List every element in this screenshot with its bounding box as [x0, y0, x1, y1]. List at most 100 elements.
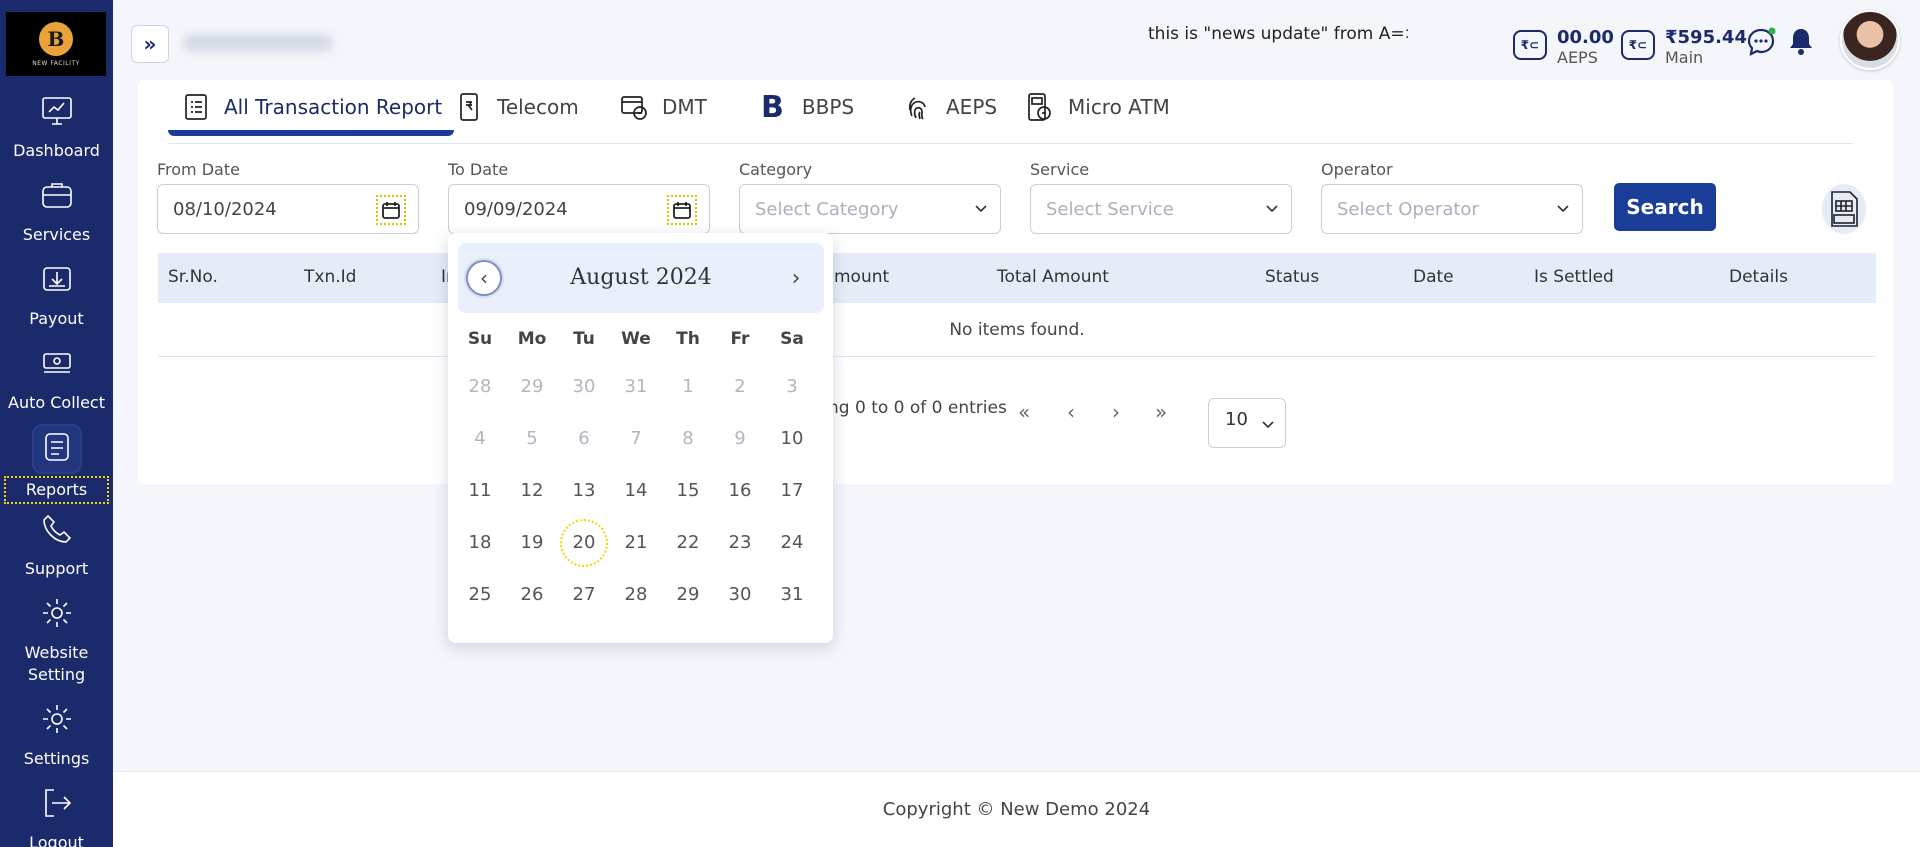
user-avatar[interactable] — [1840, 10, 1900, 70]
logo-text: NEW FACILITY — [32, 59, 80, 67]
month-year-title[interactable]: August 2024 — [458, 265, 824, 290]
gear-icon — [42, 705, 71, 733]
tab-dmt[interactable]: DMT — [620, 84, 707, 130]
report-tabs: All Transaction Report Telecom DMT B BBP… — [168, 80, 1853, 144]
first-page-button[interactable]: « — [1018, 400, 1030, 424]
tab-label: BBPS — [801, 95, 855, 119]
datepicker-popup: ‹ August 2024 › Su Mo Tu We Th Fr Sa 28 29 30 31 1 2… — [448, 233, 833, 643]
calendar-day[interactable]: 23 — [716, 519, 764, 567]
calendar-day: 28 — [468, 376, 492, 397]
calendar-button[interactable] — [376, 195, 406, 225]
service-placeholder: Select Service — [1046, 198, 1174, 220]
operator-label: Operator — [1321, 160, 1393, 179]
sidebar-item-support[interactable]: Support — [0, 512, 113, 580]
sidebar-item-payout[interactable]: Payout — [0, 262, 113, 330]
chevron-down-icon — [1557, 205, 1569, 213]
to-date-input[interactable]: 09/09/2024 — [448, 184, 710, 234]
tab-bbps[interactable]: B BBPS — [761, 84, 854, 130]
wallet-main[interactable]: ₹⊂ ₹595.44 Main — [1621, 28, 1747, 68]
calendar-day[interactable]: 28 — [612, 571, 660, 619]
page-footer: Copyright © New Demo 2024 — [113, 771, 1920, 847]
calendar-day[interactable]: 21 — [612, 519, 660, 567]
wallet-icon: ₹⊂ — [1513, 30, 1547, 60]
micro-atm-icon — [1028, 93, 1051, 121]
sidebar-item-dashboard[interactable]: Dashboard — [0, 94, 113, 162]
gear-icon — [42, 599, 71, 627]
sidebar-item-label: Settings — [23, 749, 90, 768]
calendar-day[interactable]: 29 — [664, 571, 712, 619]
calendar-day[interactable]: 24 — [768, 519, 816, 567]
wallet-label: Main — [1665, 48, 1704, 67]
category-select[interactable]: Select Category — [739, 184, 1001, 234]
calendar-day: 5 — [526, 428, 538, 449]
calendar-day: 30 — [572, 376, 596, 397]
tab-telecom[interactable]: Telecom — [455, 84, 579, 130]
calendar-day: 29 — [520, 376, 544, 397]
calendar-day[interactable]: 30 — [716, 571, 764, 619]
calendar-day[interactable]: 15 — [664, 467, 712, 515]
last-page-button[interactable]: » — [1155, 400, 1167, 424]
sidebar-item-website-setting[interactable]: Website Setting — [0, 596, 113, 686]
calendar-day[interactable]: 31 — [768, 571, 816, 619]
wallet-aeps[interactable]: ₹⊂ 00.00 AEPS — [1513, 28, 1614, 68]
service-label: Service — [1030, 160, 1090, 179]
calendar-day[interactable]: 17 — [768, 467, 816, 515]
calendar-day[interactable]: 26 — [508, 571, 556, 619]
calendar-day[interactable]: 11 — [456, 467, 504, 515]
sidebar-item-label: Reports — [3, 476, 110, 504]
export-xls-button[interactable] — [1822, 184, 1866, 234]
calendar-day[interactable]: 10 — [768, 415, 816, 463]
calendar-day: 9 — [734, 428, 746, 449]
service-select[interactable]: Select Service — [1030, 184, 1292, 234]
per-page-select[interactable]: 10 — [1208, 398, 1286, 448]
sidebar-toggle-button[interactable]: » — [131, 25, 169, 63]
calendar-day[interactable]: 25 — [456, 571, 504, 619]
calendar-day[interactable]: 13 — [560, 467, 608, 515]
from-date-input[interactable]: 08/10/2024 — [157, 184, 419, 234]
calendar-day: 31 — [624, 376, 648, 397]
chat-icon[interactable] — [1745, 26, 1777, 58]
bell-icon[interactable] — [1785, 26, 1817, 58]
next-page-button[interactable]: › — [1112, 400, 1120, 424]
calendar-day[interactable]: 19 — [508, 519, 556, 567]
calendar-day[interactable]: 18 — [456, 519, 504, 567]
calendar-day[interactable]: 16 — [716, 467, 764, 515]
tab-micro-atm[interactable]: Micro ATM — [1026, 84, 1170, 130]
sidebar-item-reports[interactable]: Reports — [0, 426, 113, 504]
category-label: Category — [739, 160, 813, 179]
sidebar-item-logout[interactable]: Logout — [0, 786, 113, 847]
logout-icon — [44, 789, 71, 817]
category-placeholder: Select Category — [755, 198, 899, 220]
weekday-header: Mo — [517, 329, 547, 349]
sidebar-item-auto-collect[interactable]: Auto Collect — [0, 346, 113, 414]
sidebar-item-settings[interactable]: Settings — [0, 702, 113, 770]
datepicker-header: ‹ August 2024 › — [458, 243, 824, 313]
calendar-day: 4 — [474, 428, 486, 449]
calendar-day[interactable]: 12 — [508, 467, 556, 515]
calendar-day[interactable]: 27 — [560, 571, 608, 619]
operator-select[interactable]: Select Operator — [1321, 184, 1583, 234]
next-month-button[interactable]: › — [778, 260, 814, 296]
tab-all-transaction-report[interactable]: All Transaction Report — [168, 84, 455, 136]
tab-aeps[interactable]: AEPS — [904, 84, 997, 130]
calendar-day[interactable]: 22 — [664, 519, 712, 567]
tab-label: DMT — [662, 95, 707, 119]
column-header: Total Amount — [997, 267, 1109, 287]
weekday-header: Tu — [573, 329, 595, 349]
calendar-day[interactable]: 20 — [560, 519, 608, 567]
calendar-day: 1 — [682, 376, 694, 397]
wallet-amount: 00.00 — [1557, 27, 1614, 48]
briefcase-icon — [41, 183, 72, 208]
calendar-button[interactable] — [667, 195, 697, 225]
sidebar-item-label: Services — [22, 225, 91, 244]
blurred-header-text — [183, 34, 333, 52]
calendar-icon — [382, 202, 400, 219]
operator-placeholder: Select Operator — [1337, 198, 1479, 220]
search-button[interactable]: Search — [1614, 183, 1716, 231]
calendar-day[interactable]: 14 — [612, 467, 660, 515]
brand-logo[interactable]: B NEW FACILITY — [6, 12, 106, 76]
sidebar-item-label: Website Setting — [24, 643, 89, 684]
report-card: All Transaction Report Telecom DMT B BBP… — [138, 80, 1893, 484]
prev-page-button[interactable]: ‹ — [1067, 400, 1075, 424]
sidebar-item-services[interactable]: Services — [0, 178, 113, 246]
